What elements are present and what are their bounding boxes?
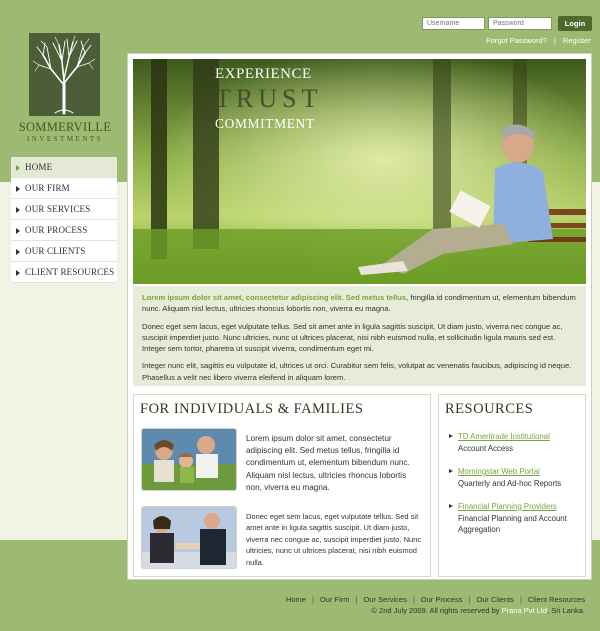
footer-link-our-services[interactable]: Our Services bbox=[363, 595, 406, 604]
nav-item-our-process[interactable]: OUR PROCESS bbox=[11, 220, 117, 241]
resources-list: TD Ameritrade Institutional Account Acce… bbox=[449, 431, 579, 548]
footer-separator: | bbox=[412, 595, 415, 604]
copyright-text: © 2nd July 2009. All rights reserved by bbox=[371, 606, 500, 615]
resources-title: RESOURCES bbox=[445, 401, 534, 417]
arrow-right-icon bbox=[449, 434, 454, 439]
footer-separator: | bbox=[311, 595, 314, 604]
nav-item-label: OUR PROCESS bbox=[25, 225, 88, 235]
hero-line-3: COMMITMENT bbox=[215, 116, 315, 131]
arrow-right-icon bbox=[16, 269, 21, 276]
arrow-right-icon bbox=[449, 469, 454, 474]
hero-line-2: TRUST bbox=[215, 84, 323, 113]
login-button[interactable]: Login bbox=[558, 16, 592, 31]
nav-item-label: OUR CLIENTS bbox=[25, 246, 86, 256]
login-form: Login bbox=[422, 16, 592, 31]
nav-item-label: CLIENT RESOURCES bbox=[25, 267, 115, 277]
individuals-title: FOR INDIVIDUALS & FAMILIES bbox=[140, 401, 364, 417]
family-photo bbox=[141, 428, 237, 491]
intro-paragraph-2: Donec eget sem lacus, eget vulputate tel… bbox=[142, 321, 563, 354]
footer-separator: | bbox=[519, 595, 522, 604]
nav-item-label: OUR SERVICES bbox=[25, 204, 91, 214]
arrow-right-icon bbox=[16, 185, 21, 192]
hero-banner: EXPERIENCE TRUST COMMITMENT bbox=[133, 59, 586, 284]
main-nav: HOME OUR FIRM OUR SERVICES OUR PROCESS O… bbox=[11, 157, 117, 283]
arrow-right-icon bbox=[16, 248, 21, 255]
password-input[interactable] bbox=[488, 17, 552, 30]
intro-paragraph-1: Lorem ipsum dolor sit amet, consectetur … bbox=[142, 292, 577, 315]
arrow-right-icon bbox=[449, 504, 454, 509]
copyright-location: , Sri Lanka. bbox=[547, 606, 585, 615]
arrow-right-icon bbox=[16, 164, 21, 171]
resource-item: Morningstar Web Portal Quarterly and Ad-… bbox=[449, 466, 579, 489]
footer-separator: | bbox=[355, 595, 358, 604]
resource-link-td-ameritrade[interactable]: TD Ameritrade Institutional bbox=[458, 431, 579, 443]
footer-link-client-resources[interactable]: Client Resources bbox=[528, 595, 585, 604]
resource-item: Financial Planning Providers Financial P… bbox=[449, 501, 579, 536]
handshake-photo bbox=[141, 506, 237, 569]
footer-nav: Home | Our Firm | Our Services | Our Process | O… bbox=[286, 595, 585, 604]
logo-mark[interactable] bbox=[29, 33, 100, 116]
hero-line-1: EXPERIENCE bbox=[215, 66, 312, 82]
nav-item-label: HOME bbox=[25, 162, 53, 172]
brand-name: SOMMERVILLE bbox=[18, 120, 112, 134]
individuals-families-box: FOR INDIVIDUALS & FAMILIES Lorem ipsum d… bbox=[133, 394, 431, 577]
individuals-text-2: Donec eget sem lacus, eget vulputate tel… bbox=[246, 512, 422, 567]
brand-tagline: INVESTMENTS bbox=[26, 135, 104, 143]
footer-link-our-process[interactable]: Our Process bbox=[421, 595, 463, 604]
resources-box: RESOURCES TD Ameritrade Institutional Ac… bbox=[438, 394, 586, 577]
footer-link-our-firm[interactable]: Our Firm bbox=[320, 595, 350, 604]
arrow-right-icon bbox=[16, 227, 21, 234]
login-links: Forgot Password? | Register bbox=[486, 36, 591, 45]
tree-icon bbox=[32, 35, 96, 115]
resource-description: Account Access bbox=[458, 443, 514, 453]
individuals-text-1: Lorem ipsum dolor sit amet, consectetur … bbox=[246, 434, 410, 492]
forgot-password-link[interactable]: Forgot Password? bbox=[486, 36, 547, 45]
main-content: EXPERIENCE TRUST COMMITMENT Lorem ipsum … bbox=[127, 53, 592, 580]
arrow-right-icon bbox=[16, 206, 21, 213]
nav-item-our-clients[interactable]: OUR CLIENTS bbox=[11, 241, 117, 262]
nav-item-client-resources[interactable]: CLIENT RESOURCES bbox=[11, 262, 117, 283]
hero-photo bbox=[133, 59, 586, 284]
resource-link-morningstar[interactable]: Morningstar Web Portal bbox=[458, 466, 579, 478]
intro-paragraph-3: Integer nunc elit, sagittis eu vulputate… bbox=[142, 361, 572, 382]
nav-item-our-firm[interactable]: OUR FIRM bbox=[11, 178, 117, 199]
username-input[interactable] bbox=[422, 17, 485, 30]
nav-item-label: OUR FIRM bbox=[25, 183, 70, 193]
intro-lead: Lorem ipsum dolor sit amet, consectetur … bbox=[142, 293, 409, 302]
register-link[interactable]: Register bbox=[563, 36, 591, 45]
footer-link-home[interactable]: Home bbox=[286, 595, 306, 604]
footer-separator: | bbox=[468, 595, 471, 604]
resource-link-financial-planning[interactable]: Financial Planning Providers bbox=[458, 501, 579, 513]
resource-description: Quarterly and Ad-hoc Reports bbox=[458, 478, 562, 488]
copyright: © 2nd July 2009. All rights reserved by … bbox=[371, 606, 585, 615]
intro-section: Lorem ipsum dolor sit amet, consectetur … bbox=[133, 286, 586, 386]
login-links-separator: | bbox=[553, 36, 556, 45]
nav-item-our-services[interactable]: OUR SERVICES bbox=[11, 199, 117, 220]
nav-item-home[interactable]: HOME bbox=[11, 157, 117, 178]
copyright-brand-link[interactable]: Prana Pvt Ltd bbox=[502, 606, 547, 615]
resource-description: Financial Planning and Account Aggregati… bbox=[458, 513, 567, 535]
resource-item: TD Ameritrade Institutional Account Acce… bbox=[449, 431, 579, 454]
footer-link-our-clients[interactable]: Our Clients bbox=[476, 595, 514, 604]
